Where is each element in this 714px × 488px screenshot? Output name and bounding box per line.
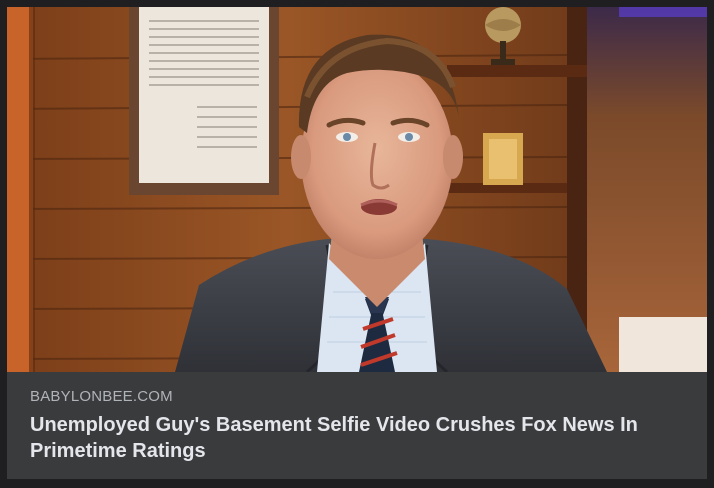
link-source-domain: BABYLONBEE.COM bbox=[30, 388, 173, 405]
preview-image-illustration bbox=[7, 7, 707, 372]
preview-image[interactable] bbox=[7, 7, 707, 372]
feed-background: BABYLONBEE.COM Unemployed Guy's Basement… bbox=[0, 0, 714, 488]
link-preview-card[interactable]: BABYLONBEE.COM Unemployed Guy's Basement… bbox=[7, 7, 707, 479]
link-caption[interactable]: BABYLONBEE.COM Unemployed Guy's Basement… bbox=[7, 372, 707, 479]
link-headline[interactable]: Unemployed Guy's Basement Selfie Video C… bbox=[30, 412, 680, 464]
